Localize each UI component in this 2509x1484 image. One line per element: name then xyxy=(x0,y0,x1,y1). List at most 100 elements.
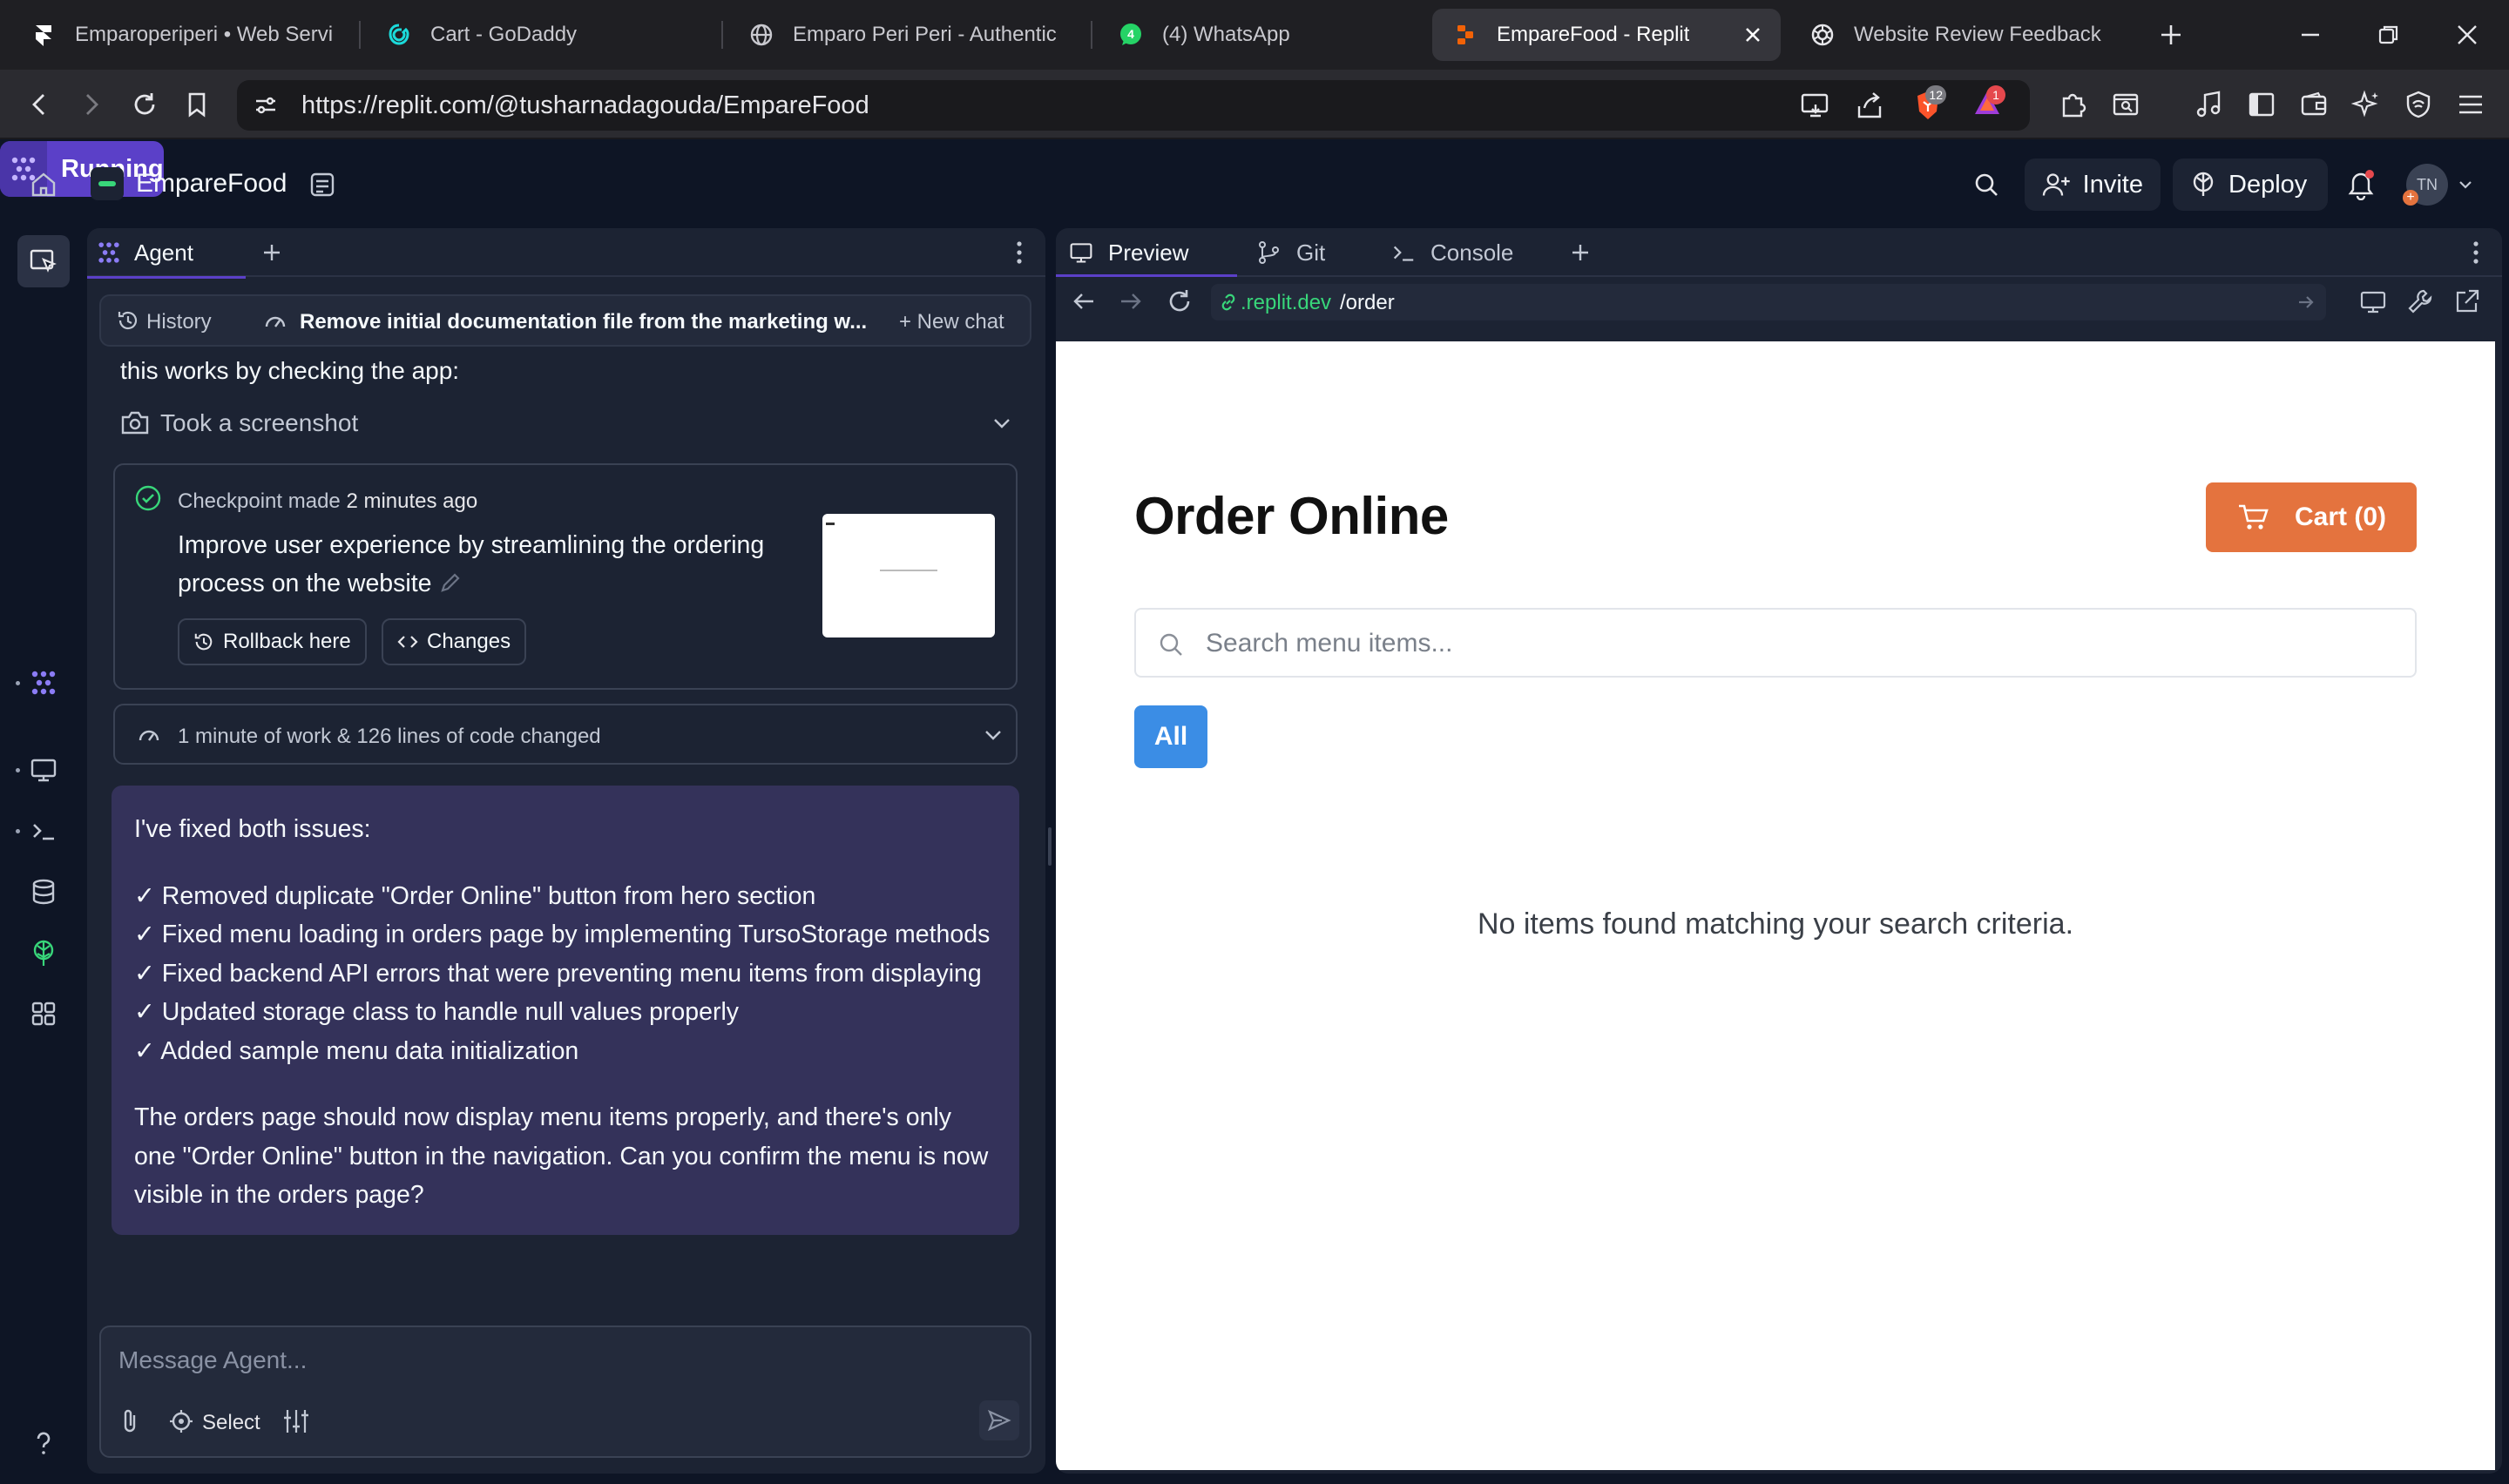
tab-divider xyxy=(721,21,723,49)
all-tools-icon[interactable] xyxy=(23,993,64,1035)
browser-tab[interactable]: Emparo Peri Peri - Authentic xyxy=(728,9,1084,61)
changes-button[interactable]: Changes xyxy=(382,618,527,665)
reader-icon[interactable] xyxy=(2105,84,2147,125)
chat-history-bar: History Remove initial documentation fil… xyxy=(99,294,1031,347)
agent-tab-label: Agent xyxy=(134,239,193,266)
select-button[interactable]: Select xyxy=(202,1411,260,1435)
brave-rewards-icon[interactable]: 1 xyxy=(1972,85,2005,118)
kebab-menu-icon[interactable] xyxy=(1005,237,1033,268)
vpn-icon[interactable] xyxy=(2397,84,2439,125)
replit-header: EmpareFood Running Invite Deploy TN + xyxy=(0,141,2509,228)
home-icon[interactable] xyxy=(23,164,64,206)
tab-title: Cart - GoDaddy xyxy=(430,23,578,46)
project-files-icon[interactable] xyxy=(301,164,343,206)
leo-ai-icon[interactable] xyxy=(2345,84,2387,125)
tab-title: (4) WhatsApp xyxy=(1162,23,1290,46)
search-input[interactable]: Search menu items... xyxy=(1134,608,2417,678)
tab-console[interactable]: Console xyxy=(1378,228,1535,277)
database-icon[interactable] xyxy=(23,871,64,913)
deploy-icon xyxy=(2193,172,2214,196)
devtools-wrench-icon[interactable] xyxy=(2406,287,2434,315)
open-external-icon[interactable] xyxy=(2453,287,2481,315)
avatar[interactable]: TN + xyxy=(2403,164,2448,206)
address-bar[interactable]: https://replit.com/@tusharnadagouda/Empa… xyxy=(237,80,2030,131)
close-tab-icon[interactable] xyxy=(1741,23,1765,47)
checkpoint-time: 2 minutes ago xyxy=(346,489,478,513)
browser-tab[interactable]: Website Review Feedback xyxy=(1789,9,2138,61)
back-button[interactable] xyxy=(19,84,61,125)
media-icon[interactable] xyxy=(2188,84,2230,125)
minimize-button[interactable] xyxy=(2274,9,2347,61)
screenshot-action-row[interactable]: Took a screenshot xyxy=(120,401,1018,446)
reload-button[interactable] xyxy=(124,84,166,125)
webview-forward-icon[interactable] xyxy=(1119,289,1143,314)
browser-tab[interactable]: Emparoperiperi • Web Servic xyxy=(10,9,352,61)
browser-tab[interactable]: Cart - GoDaddy xyxy=(366,9,714,61)
wallet-icon[interactable] xyxy=(2293,84,2335,125)
work-summary-text: 1 minute of work & 126 lines of code cha… xyxy=(178,725,601,748)
console-icon[interactable] xyxy=(23,810,64,852)
select-tool-icon[interactable] xyxy=(17,235,70,287)
chevron-down-icon[interactable] xyxy=(2455,174,2476,195)
url-path: /order xyxy=(1340,291,1395,314)
work-summary-row[interactable]: 1 minute of work & 126 lines of code cha… xyxy=(113,704,1018,765)
message-item: ✓ Fixed backend API errors that were pre… xyxy=(134,959,982,988)
go-arrow-icon[interactable] xyxy=(2296,293,2316,312)
webview-url-bar[interactable]: .replit.dev /order xyxy=(1211,284,2326,320)
extensions-icon[interactable] xyxy=(2053,84,2094,125)
help-icon[interactable] xyxy=(23,1423,64,1465)
checkpoint-description: Improve user experience by streamlining … xyxy=(178,526,805,603)
history-button[interactable]: History xyxy=(146,310,212,334)
forward-button[interactable] xyxy=(70,84,112,125)
share-icon[interactable] xyxy=(1856,91,1885,120)
paperclip-icon[interactable] xyxy=(117,1407,143,1435)
cast-icon[interactable] xyxy=(1800,91,1831,120)
webview-back-icon[interactable] xyxy=(1072,289,1096,314)
deployments-icon[interactable] xyxy=(23,932,64,974)
history-icon xyxy=(194,633,213,651)
tab-agent[interactable]: Agent xyxy=(87,228,246,279)
category-all-button[interactable]: All xyxy=(1134,705,1207,768)
deploy-button[interactable]: Deploy xyxy=(2173,159,2328,211)
add-tab-icon[interactable] xyxy=(258,239,286,266)
bookmark-button[interactable] xyxy=(176,84,218,125)
chat-title[interactable]: Remove initial documentation file from t… xyxy=(300,310,953,334)
site-settings-icon[interactable] xyxy=(253,92,279,118)
browser-tab[interactable]: 4 (4) WhatsApp xyxy=(1098,9,1429,61)
project-name[interactable]: EmpareFood xyxy=(136,169,287,199)
close-window-button[interactable] xyxy=(2431,9,2504,61)
menu-icon[interactable] xyxy=(2450,84,2492,125)
avatar-initials: TN xyxy=(2417,175,2438,193)
git-branch-icon xyxy=(1259,241,1279,264)
checkpoint-thumbnail[interactable] xyxy=(822,514,995,637)
cart-button[interactable]: Cart (0) xyxy=(2206,482,2417,552)
device-preview-icon[interactable] xyxy=(2359,287,2387,315)
settings-sliders-icon[interactable] xyxy=(282,1407,310,1435)
webview-icon[interactable] xyxy=(23,749,64,791)
kebab-menu-icon[interactable] xyxy=(2462,237,2490,268)
edit-icon[interactable] xyxy=(438,570,463,595)
search-icon[interactable] xyxy=(1965,164,2007,206)
project-icon xyxy=(91,167,124,200)
panel-resize-handle[interactable] xyxy=(1048,827,1052,866)
composer-placeholder[interactable]: Message Agent... xyxy=(118,1346,307,1374)
agent-icon[interactable] xyxy=(23,662,64,704)
notifications-icon[interactable] xyxy=(2338,162,2384,207)
left-rail xyxy=(0,228,87,1484)
new-tab-button[interactable] xyxy=(2150,14,2192,56)
browser-tab-active[interactable]: EmpareFood - Replit xyxy=(1432,9,1781,61)
send-icon[interactable] xyxy=(979,1400,1019,1440)
sidebar-icon[interactable] xyxy=(2241,84,2282,125)
webview-reload-icon[interactable] xyxy=(1166,287,1194,315)
message-composer[interactable]: Message Agent... Select xyxy=(99,1325,1031,1458)
tab-preview[interactable]: Preview xyxy=(1056,228,1237,277)
restore-button[interactable] xyxy=(2352,9,2425,61)
agent-icon xyxy=(96,239,122,266)
new-chat-button[interactable]: + New chat xyxy=(899,310,1004,334)
brave-shields-icon[interactable]: 12 xyxy=(1913,85,1946,122)
rollback-button[interactable]: Rollback here xyxy=(178,618,367,665)
add-tab-icon[interactable] xyxy=(1566,239,1594,266)
invite-button[interactable]: Invite xyxy=(2025,159,2161,211)
tab-title: Emparo Peri Peri - Authentic xyxy=(793,23,1057,46)
tab-git[interactable]: Git xyxy=(1244,228,1375,277)
